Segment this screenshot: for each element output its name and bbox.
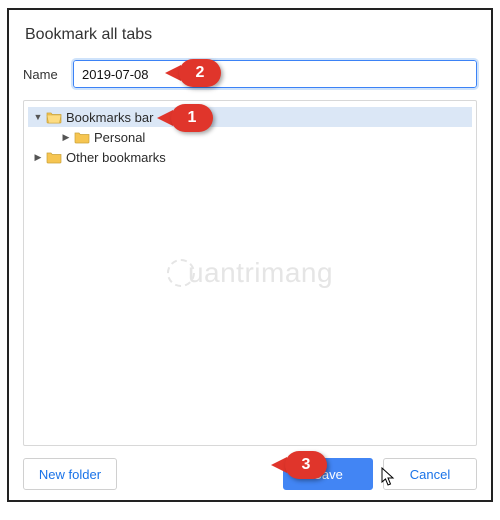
folder-open-icon [46, 110, 62, 124]
tree-item-bookmarks-bar[interactable]: ▼ Bookmarks bar [28, 107, 472, 127]
dialog-title: Bookmark all tabs [25, 26, 477, 44]
name-label: Name [23, 67, 73, 82]
caret-right-icon[interactable]: ▶ [60, 132, 72, 143]
tree-item-label: Bookmarks bar [66, 110, 153, 125]
name-input[interactable] [73, 60, 477, 88]
folder-icon [46, 150, 62, 164]
tree-item-label: Personal [94, 130, 145, 145]
caret-right-icon[interactable]: ▶ [32, 152, 44, 163]
folder-icon [74, 130, 90, 144]
tree-item-label: Other bookmarks [66, 150, 166, 165]
name-row: Name [23, 60, 477, 88]
watermark: uantrimang [167, 257, 333, 289]
save-button[interactable]: Save [283, 458, 373, 490]
cancel-button[interactable]: Cancel [383, 458, 477, 490]
dialog-button-row: New folder Save Cancel [23, 458, 477, 490]
folder-tree[interactable]: uantrimang ▼ Bookmarks bar ▶ Personal ▶ … [23, 100, 477, 446]
caret-down-icon[interactable]: ▼ [32, 112, 44, 122]
tree-item-personal[interactable]: ▶ Personal [28, 127, 472, 147]
new-folder-button[interactable]: New folder [23, 458, 117, 490]
bookmark-all-tabs-dialog: Bookmark all tabs Name uantrimang ▼ Book… [7, 8, 493, 502]
tree-item-other-bookmarks[interactable]: ▶ Other bookmarks [28, 147, 472, 167]
